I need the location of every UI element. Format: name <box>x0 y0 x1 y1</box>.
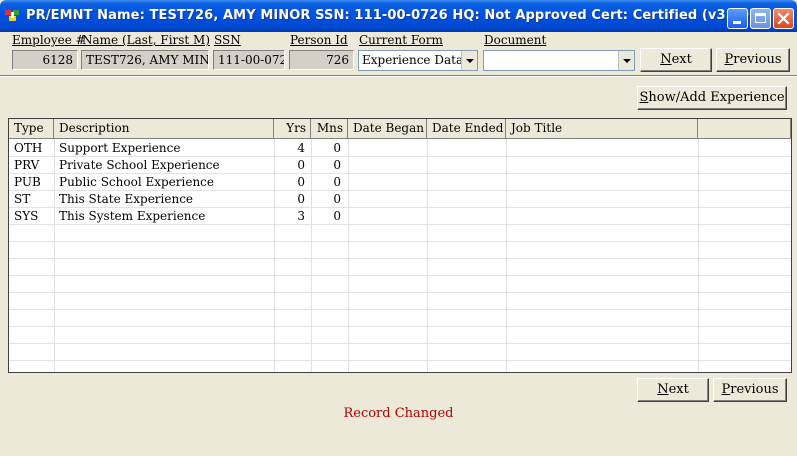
minimize-button[interactable] <box>727 8 748 29</box>
column-header-job-title[interactable]: Job Title <box>506 119 698 139</box>
row-divider <box>9 241 791 242</box>
row-divider <box>9 224 791 225</box>
maximize-button[interactable] <box>750 8 771 29</box>
name-label: Name (Last, First M) <box>82 33 211 47</box>
current-form-value: Experience Data <box>362 53 464 67</box>
row-type[interactable]: SYS <box>14 208 38 225</box>
show-add-experience-button[interactable]: Show/Add Experience <box>637 86 787 110</box>
minimize-icon <box>733 21 741 24</box>
row-divider <box>9 360 791 361</box>
close-icon <box>777 12 790 25</box>
row-mns[interactable]: 0 <box>311 174 341 191</box>
title-bar: PR/EMNT Name: TEST726, AMY MINOR SSN: 11… <box>0 0 797 32</box>
footer-next-button[interactable]: Next <box>637 378 709 402</box>
ssn-field: 111-00-0726 <box>213 50 285 70</box>
close-button[interactable] <box>773 8 794 29</box>
window-title: PR/EMNT Name: TEST726, AMY MINOR SSN: 11… <box>26 8 756 23</box>
row-divider <box>9 258 791 259</box>
row-type[interactable]: PUB <box>14 174 41 191</box>
row-mns[interactable]: 0 <box>311 191 341 208</box>
row-description[interactable]: This System Experience <box>59 208 205 225</box>
chevron-down-icon[interactable] <box>618 51 634 70</box>
row-yrs[interactable]: 0 <box>274 191 305 208</box>
row-divider <box>9 173 791 174</box>
row-mns[interactable]: 0 <box>311 208 341 225</box>
column-header-date-began[interactable]: Date Began <box>348 119 427 139</box>
row-yrs[interactable]: 3 <box>274 208 305 225</box>
header-divider <box>0 75 797 77</box>
row-description[interactable]: Public School Experience <box>59 174 214 191</box>
employee-number-label: Employee # <box>12 33 86 47</box>
row-divider <box>9 190 791 191</box>
row-yrs[interactable]: 4 <box>274 140 305 157</box>
document-label: Document <box>484 33 547 47</box>
ssn-label: SSN <box>214 33 241 47</box>
row-divider <box>9 343 791 344</box>
current-form-select[interactable]: Experience Data <box>358 50 478 71</box>
row-divider <box>9 156 791 157</box>
row-mns[interactable]: 0 <box>311 140 341 157</box>
person-id-label: Person Id <box>290 33 348 47</box>
row-divider <box>9 292 791 293</box>
row-yrs[interactable]: 0 <box>274 174 305 191</box>
row-mns[interactable]: 0 <box>311 157 341 174</box>
row-description[interactable]: This State Experience <box>59 191 193 208</box>
name-field: TEST726, AMY MINC <box>81 50 209 70</box>
column-header-yrs[interactable]: Yrs <box>274 119 311 139</box>
footer-previous-button[interactable]: Previous <box>713 378 787 402</box>
column-header-type[interactable]: Type <box>9 119 54 139</box>
column-header-mns[interactable]: Mns <box>311 119 348 139</box>
row-type[interactable]: PRV <box>14 157 39 174</box>
row-divider <box>9 309 791 310</box>
current-form-label: Current Form <box>359 33 443 47</box>
status-message: Record Changed <box>343 406 454 421</box>
row-divider <box>9 275 791 276</box>
column-header-date-ended[interactable]: Date Ended <box>427 119 506 139</box>
row-description[interactable]: Private School Experience <box>59 157 220 174</box>
row-divider <box>9 326 791 327</box>
row-divider <box>9 207 791 208</box>
chevron-down-icon[interactable] <box>461 51 477 70</box>
header-next-button[interactable]: Next <box>640 48 712 72</box>
document-select[interactable] <box>483 50 635 71</box>
column-header-blank <box>698 119 791 139</box>
row-yrs[interactable]: 0 <box>274 157 305 174</box>
maximize-icon <box>755 13 766 23</box>
app-icon <box>5 10 19 21</box>
header-previous-button[interactable]: Previous <box>716 48 790 72</box>
employee-number-field: 6128 <box>12 50 78 70</box>
experience-grid[interactable]: Type Description Yrs Mns Date Began Date… <box>8 118 792 373</box>
column-header-description[interactable]: Description <box>54 119 274 139</box>
person-id-field: 726 <box>289 50 354 70</box>
row-type[interactable]: OTH <box>14 140 42 157</box>
row-description[interactable]: Support Experience <box>59 140 180 157</box>
row-type[interactable]: ST <box>14 191 30 208</box>
